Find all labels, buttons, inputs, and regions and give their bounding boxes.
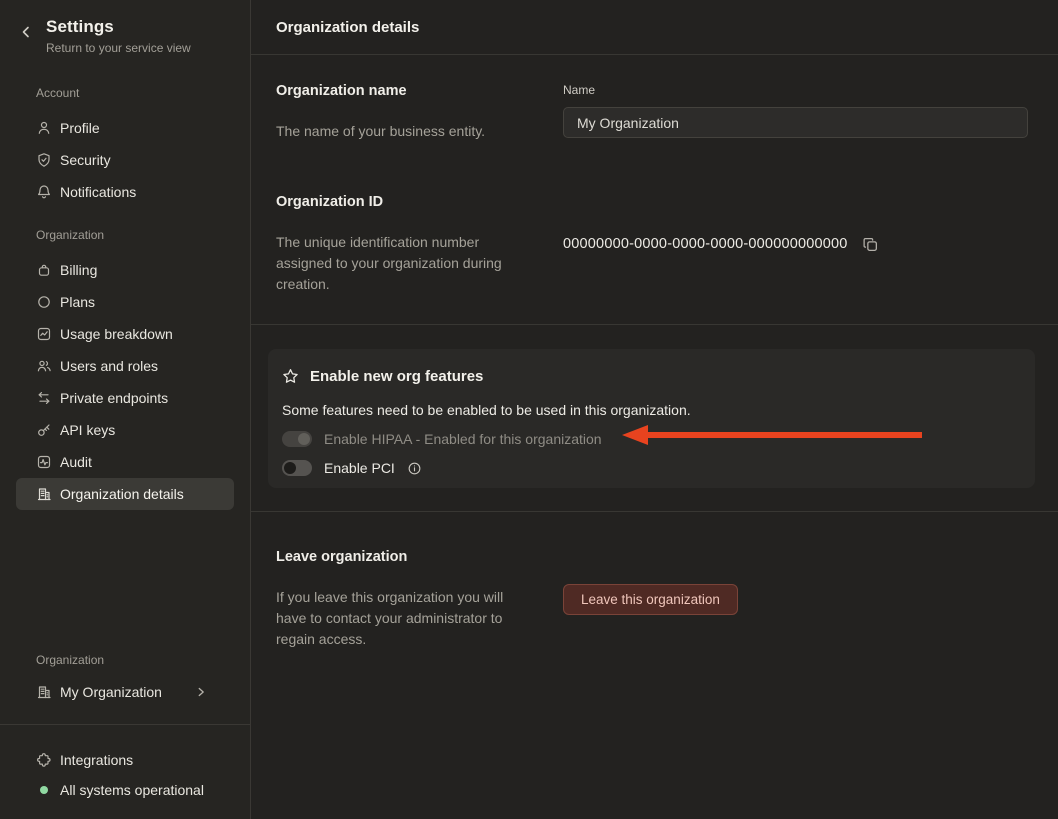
- feature-card-header: Enable new org features: [282, 366, 1021, 386]
- sidebar-item-label: Billing: [60, 262, 97, 278]
- sidebar-item-plans[interactable]: Plans: [16, 286, 234, 318]
- organization-name-info: Organization name The name of your busin…: [276, 83, 563, 142]
- back-chevron-icon[interactable]: [18, 24, 34, 40]
- main-content: Organization details Organization name T…: [251, 0, 1058, 819]
- shield-check-icon: [36, 152, 52, 168]
- sidebar-item-label: Organization details: [60, 486, 184, 502]
- sidebar-item-label: Private endpoints: [60, 390, 168, 406]
- bell-icon: [36, 184, 52, 200]
- section-label-account: Account: [0, 86, 250, 100]
- pci-toggle-label: Enable PCI: [324, 460, 395, 476]
- pci-toggle-row: Enable PCI: [282, 458, 1021, 478]
- sidebar-spacer: [0, 510, 250, 653]
- hipaa-toggle[interactable]: [282, 431, 312, 447]
- users-icon: [36, 358, 52, 374]
- circle-icon: [36, 294, 52, 310]
- app-window: Settings Return to your service view Acc…: [0, 0, 1058, 819]
- pci-toggle[interactable]: [282, 460, 312, 476]
- sidebar-item-private-endpoints[interactable]: Private endpoints: [16, 382, 234, 414]
- key-icon: [36, 422, 52, 438]
- copy-icon[interactable]: [862, 236, 879, 253]
- sidebar-item-label: Security: [60, 152, 111, 168]
- sidebar-item-api-keys[interactable]: API keys: [16, 414, 234, 446]
- sidebar-item-label: Audit: [60, 454, 92, 470]
- organization-id-info: Organization ID The unique identificatio…: [276, 194, 563, 295]
- system-status-link[interactable]: All systems operational: [16, 775, 234, 805]
- divider: [251, 324, 1058, 325]
- puzzle-icon: [36, 752, 52, 768]
- sidebar-footer: Integrations All systems operational: [0, 725, 250, 819]
- page-title: Organization details: [276, 19, 419, 36]
- settings-title: Settings: [46, 16, 191, 38]
- toggle-knob: [284, 462, 296, 474]
- user-icon: [36, 120, 52, 136]
- building-icon: [36, 486, 52, 502]
- sidebar-item-security[interactable]: Security: [16, 144, 234, 176]
- organization-id-value-block: 00000000-0000-0000-0000-000000000000: [563, 194, 1028, 295]
- organization-id-title: Organization ID: [276, 194, 563, 210]
- leave-organization-title: Leave organization: [276, 549, 563, 565]
- leave-organization-info: Leave organization If you leave this org…: [276, 549, 563, 650]
- org-switcher[interactable]: My Organization: [16, 676, 234, 708]
- organization-id-value: 00000000-0000-0000-0000-000000000000: [563, 234, 848, 254]
- org-switcher-name: My Organization: [60, 684, 186, 700]
- hipaa-toggle-label: Enable HIPAA - Enabled for this organiza…: [324, 431, 602, 447]
- account-items: Profile Security Notifications: [0, 112, 250, 208]
- sidebar-item-label: API keys: [60, 422, 115, 438]
- sidebar-item-organization-details[interactable]: Organization details: [16, 478, 234, 510]
- section-organization-id: Organization ID The unique identificatio…: [251, 194, 1058, 295]
- building-icon: [36, 684, 52, 700]
- organization-name-input[interactable]: [563, 107, 1028, 138]
- status-dot-icon: [40, 786, 48, 794]
- leave-organization-action: Leave this organization: [563, 549, 1028, 650]
- sidebar-item-users-and-roles[interactable]: Users and roles: [16, 350, 234, 382]
- org-switcher-label: Organization: [0, 653, 250, 667]
- sidebar-title-block: Settings Return to your service view: [46, 16, 191, 56]
- organization-items: Billing Plans Usage breakdown Users and …: [0, 254, 250, 510]
- sidebar-item-billing[interactable]: Billing: [16, 254, 234, 286]
- star-icon: [282, 368, 299, 385]
- enable-features-card: Enable new org features Some features ne…: [268, 349, 1035, 488]
- sidebar-item-profile[interactable]: Profile: [16, 112, 234, 144]
- settings-subtitle: Return to your service view: [46, 41, 191, 56]
- sidebar-item-usage-breakdown[interactable]: Usage breakdown: [16, 318, 234, 350]
- organization-id-description: The unique identification number assigne…: [276, 232, 526, 295]
- sidebar-item-label: Notifications: [60, 184, 136, 200]
- section-leave-organization: Leave organization If you leave this org…: [251, 549, 1058, 650]
- feature-card-description: Some features need to be enabled to be u…: [282, 401, 1021, 419]
- integrations-label: Integrations: [60, 752, 133, 768]
- sidebar-item-notifications[interactable]: Notifications: [16, 176, 234, 208]
- organization-name-form: Name: [563, 83, 1028, 142]
- feature-card-title: Enable new org features: [310, 368, 483, 385]
- usage-chart-icon: [36, 326, 52, 342]
- sidebar-item-label: Usage breakdown: [60, 326, 173, 342]
- status-label: All systems operational: [60, 782, 204, 798]
- leave-organization-button[interactable]: Leave this organization: [563, 584, 738, 615]
- info-icon[interactable]: [407, 461, 422, 476]
- sidebar-item-label: Users and roles: [60, 358, 158, 374]
- organization-name-description: The name of your business entity.: [276, 121, 526, 142]
- leave-organization-description: If you leave this organization you will …: [276, 587, 526, 650]
- toggle-knob: [298, 433, 310, 445]
- section-organization-name: Organization name The name of your busin…: [251, 83, 1058, 142]
- leave-organization-button-label: Leave this organization: [581, 592, 720, 607]
- chevron-right-icon: [194, 685, 208, 699]
- org-switcher-block: Organization My Organization: [0, 653, 250, 708]
- settings-sidebar: Settings Return to your service view Acc…: [0, 0, 251, 819]
- audit-icon: [36, 454, 52, 470]
- sidebar-header: Settings Return to your service view: [0, 0, 250, 56]
- integrations-link[interactable]: Integrations: [16, 745, 234, 775]
- sidebar-item-audit[interactable]: Audit: [16, 446, 234, 478]
- page-header: Organization details: [251, 0, 1058, 55]
- money-bag-icon: [36, 262, 52, 278]
- sidebar-item-label: Plans: [60, 294, 95, 310]
- swap-arrows-icon: [36, 390, 52, 406]
- name-field-label: Name: [563, 83, 1028, 97]
- sidebar-item-label: Profile: [60, 120, 100, 136]
- organization-name-title: Organization name: [276, 83, 563, 99]
- section-label-organization: Organization: [0, 228, 250, 242]
- divider: [251, 511, 1058, 512]
- hipaa-toggle-row: Enable HIPAA - Enabled for this organiza…: [282, 429, 1021, 449]
